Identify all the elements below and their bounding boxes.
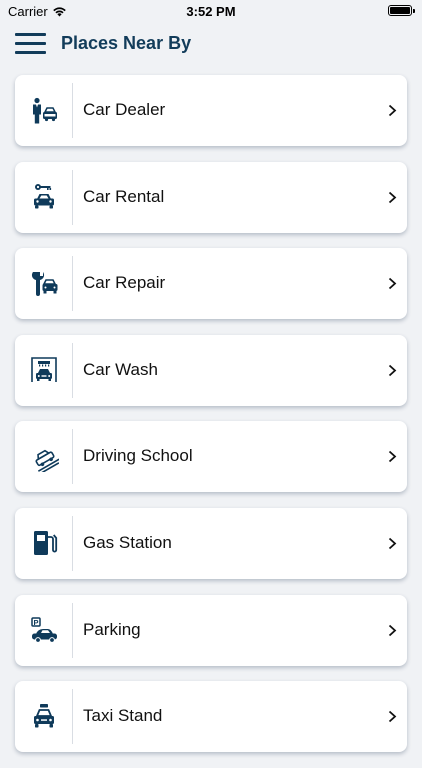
card-divider <box>72 602 73 658</box>
car-wash-icon <box>15 335 72 406</box>
menu-line <box>15 33 46 36</box>
card-divider <box>72 256 73 312</box>
battery-level <box>390 7 410 14</box>
card-divider <box>72 689 73 745</box>
svg-text:P: P <box>33 618 38 627</box>
car-rental-icon <box>15 162 72 233</box>
card-divider <box>72 83 73 138</box>
chevron-right-icon <box>388 278 397 290</box>
place-label: Gas Station <box>83 532 172 552</box>
place-item-driving-school[interactable]: Driving School <box>15 421 407 493</box>
car-repair-icon <box>15 248 72 319</box>
menu-line <box>15 42 46 45</box>
place-label: Car Wash <box>83 359 158 379</box>
place-label: Car Rental <box>83 186 165 206</box>
chevron-right-icon <box>388 104 397 117</box>
place-item-car-wash[interactable]: Car Wash <box>15 334 407 406</box>
place-item-gas-station[interactable]: Gas Station <box>15 507 407 579</box>
place-item-parking[interactable]: P Parking <box>15 594 407 666</box>
parking-icon: P <box>15 595 72 666</box>
card-divider <box>72 515 73 571</box>
place-label: Car Repair <box>83 273 166 293</box>
taxi-stand-icon <box>15 681 72 752</box>
card-divider <box>72 169 73 225</box>
place-item-taxi-stand[interactable]: Taxi Stand <box>15 681 407 753</box>
chevron-right-icon <box>388 364 397 376</box>
place-label: Parking <box>83 619 141 639</box>
car-dealer-icon <box>15 75 72 146</box>
card-divider <box>72 429 73 485</box>
status-bar: Carrier 3:52 PM <box>0 0 422 22</box>
chevron-right-icon <box>388 191 397 203</box>
place-item-car-repair[interactable]: Car Repair <box>15 248 407 320</box>
place-label: Taxi Stand <box>83 706 163 726</box>
hamburger-menu-icon[interactable] <box>15 33 46 55</box>
chevron-right-icon <box>388 624 397 636</box>
clock: 3:52 PM <box>186 4 236 19</box>
chevron-right-icon <box>388 451 397 463</box>
place-label: Car Dealer <box>83 100 166 119</box>
page-title: Places Near By <box>61 33 192 53</box>
navigation-bar: Places Near By <box>0 22 422 68</box>
place-label: Driving School <box>83 446 193 466</box>
places-list: Car Dealer Car Rental Car Repair Car Was… <box>15 75 407 768</box>
menu-line <box>15 51 46 54</box>
gas-station-icon <box>15 508 72 579</box>
card-divider <box>72 342 73 398</box>
chevron-right-icon <box>388 537 397 550</box>
driving-school-icon <box>15 421 72 492</box>
place-item-car-rental[interactable]: Car Rental <box>15 161 407 233</box>
battery-icon <box>388 5 415 16</box>
place-item-car-dealer[interactable]: Car Dealer <box>15 75 407 146</box>
chevron-right-icon <box>388 710 397 723</box>
